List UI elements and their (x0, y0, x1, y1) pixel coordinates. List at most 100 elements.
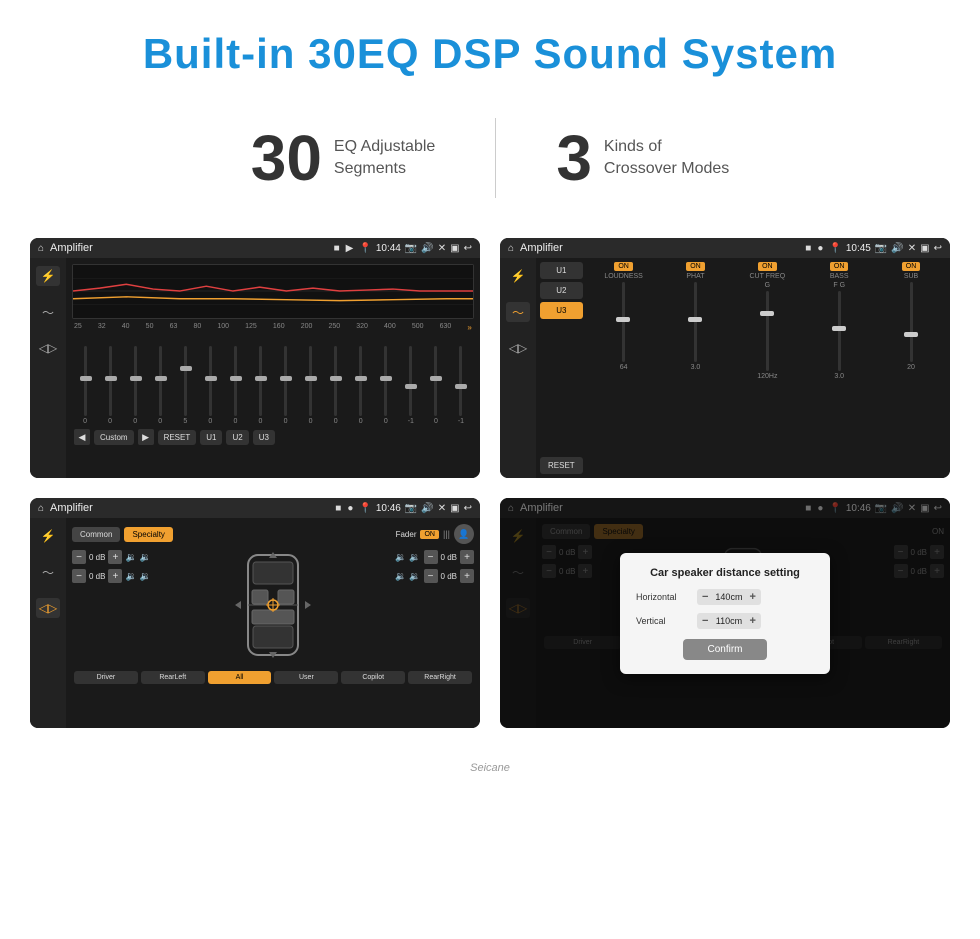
sp-wave-icon[interactable]: 〜 (36, 562, 60, 582)
sp-plus-0[interactable]: + (108, 550, 122, 564)
eq-slider-10[interactable]: 0 (325, 346, 347, 425)
eq-filter-icon[interactable]: ⚡ (36, 266, 60, 286)
eq-prev-btn[interactable]: ◀ (74, 429, 90, 445)
eq-slider-1[interactable]: 0 (99, 346, 121, 425)
x-icon: ✕ (438, 243, 446, 254)
xover-volume-nav-icon[interactable]: ◁▷ (506, 338, 530, 358)
sp-minus-2[interactable]: − (424, 550, 438, 564)
xover-volume-icon: 🔊 (891, 243, 903, 254)
xover-u2-btn[interactable]: U2 (540, 282, 583, 299)
sp-plus-2[interactable]: + (460, 550, 474, 564)
stat-eq-number: 30 (251, 121, 322, 195)
sp-volume-nav-icon[interactable]: ◁▷ (36, 598, 60, 618)
sp-speaker-icon-2: 🔉 (395, 552, 406, 563)
dialog-vertical-plus[interactable]: + (749, 615, 755, 627)
eq-u2-btn[interactable]: U2 (226, 430, 248, 445)
eq-slider-11[interactable]: 0 (350, 346, 372, 425)
dialog-vertical-input: − 110cm + (697, 613, 761, 629)
xover-cutfreq-slider[interactable] (766, 291, 769, 371)
eq-u3-btn[interactable]: U3 (253, 430, 275, 445)
eq-slider-2[interactable]: 0 (124, 346, 146, 425)
back-icon[interactable]: ↩ (464, 243, 472, 254)
sp-rearleft-btn[interactable]: RearLeft (141, 671, 205, 684)
dialog-vertical-minus[interactable]: − (702, 615, 708, 627)
eq-slider-14[interactable]: 0 (425, 346, 447, 425)
xover-screen-icon: ▣ (920, 243, 929, 254)
eq-next-btn[interactable]: ▶ (138, 429, 154, 445)
xover-loudness-on[interactable]: ON (614, 262, 633, 271)
eq-slider-4[interactable]: 5 (174, 346, 196, 425)
xover-u3-btn[interactable]: U3 (540, 302, 583, 319)
sp-db-row-0: − 0 dB + 🔉 🔉 (72, 550, 157, 564)
dialog-horizontal-minus[interactable]: − (702, 591, 708, 603)
sp-back-icon[interactable]: ↩ (464, 503, 472, 514)
sp-screen-icon: ▣ (450, 503, 459, 514)
sp-rearright-btn[interactable]: RearRight (408, 671, 472, 684)
sp-home-icon[interactable]: ⌂ (38, 503, 44, 514)
eq-volume-nav-icon[interactable]: ◁▷ (36, 338, 60, 358)
xover-reset-btn[interactable]: RESET (540, 457, 583, 474)
eq-wave-icon[interactable]: 〜 (36, 302, 60, 322)
dialog-vertical-value: 110cm (711, 616, 746, 626)
eq-slider-9[interactable]: 0 (300, 346, 322, 425)
xover-cutfreq-on[interactable]: ON (758, 262, 777, 271)
sp-minus-3[interactable]: − (424, 569, 438, 583)
xover-u1-btn[interactable]: U1 (540, 262, 583, 279)
xover-dot-icon: ● (817, 243, 823, 254)
stat-crossover-number: 3 (556, 121, 592, 195)
eq-reset-btn[interactable]: RESET (158, 430, 197, 445)
xover-bass-slider[interactable] (838, 291, 841, 371)
xover-loudness-slider[interactable] (622, 282, 625, 362)
sp-driver-btn[interactable]: Driver (74, 671, 138, 684)
eq-slider-7[interactable]: 0 (249, 346, 271, 425)
stats-row: 30 EQ AdjustableSegments 3 Kinds ofCross… (0, 98, 980, 228)
xover-phat-on[interactable]: ON (686, 262, 705, 271)
sp-filter-icon[interactable]: ⚡ (36, 526, 60, 546)
xover-phat-slider[interactable] (694, 282, 697, 362)
sp-minus-1[interactable]: − (72, 569, 86, 583)
sp-db-val-0: 0 dB (89, 553, 105, 562)
eq-u1-btn[interactable]: U1 (200, 430, 222, 445)
eq-slider-5[interactable]: 0 (199, 346, 221, 425)
xover-home-icon[interactable]: ⌂ (508, 243, 514, 254)
xover-app-name: Amplifier (520, 242, 799, 254)
xover-cutfreq-label: CUT FREQ (749, 273, 785, 280)
xover-filter-icon[interactable]: ⚡ (506, 266, 530, 286)
eq-side-nav: ⚡ 〜 ◁▷ (30, 258, 66, 478)
xover-sub-on[interactable]: ON (902, 262, 921, 271)
eq-main-area: 25 32 40 50 63 80 100 125 160 200 250 32… (66, 258, 480, 478)
xover-back-icon[interactable]: ↩ (934, 243, 942, 254)
page-header: Built-in 30EQ DSP Sound System (0, 0, 980, 98)
eq-custom-btn[interactable]: Custom (94, 430, 134, 445)
xover-screen-content: ⚡ 〜 ◁▷ U1 U2 U3 RESET ON LOUDNESS (500, 258, 950, 478)
xover-sub-slider[interactable] (910, 282, 913, 362)
xover-bass-on[interactable]: ON (830, 262, 849, 271)
sp-db-row-3: 🔉 🔉 − 0 dB + (395, 569, 474, 583)
dialog-horizontal-plus[interactable]: + (749, 591, 755, 603)
sp-all-btn[interactable]: All (208, 671, 272, 684)
eq-slider-15[interactable]: -1 (450, 346, 472, 425)
sp-user-btn[interactable]: User (274, 671, 338, 684)
dialog-confirm-button[interactable]: Confirm (683, 639, 766, 660)
eq-slider-12[interactable]: 0 (375, 346, 397, 425)
home-icon[interactable]: ⌂ (38, 243, 44, 254)
dialog-vertical-label: Vertical (636, 616, 691, 626)
eq-slider-0[interactable]: 0 (74, 346, 96, 425)
sp-copilot-btn[interactable]: Copilot (341, 671, 405, 684)
xover-time: 10:45 (846, 243, 871, 254)
sp-x-icon: ✕ (438, 503, 446, 514)
eq-slider-6[interactable]: 0 (224, 346, 246, 425)
sp-plus-3[interactable]: + (460, 569, 474, 583)
dialog-row-horizontal: Horizontal − 140cm + (636, 589, 814, 605)
sp-minus-0[interactable]: − (72, 550, 86, 564)
xover-phat-val: 3.0 (691, 364, 701, 371)
fader-on-badge[interactable]: ON (420, 530, 439, 539)
sp-plus-1[interactable]: + (108, 569, 122, 583)
sp-common-tab[interactable]: Common (72, 527, 120, 542)
xover-wave-icon[interactable]: 〜 (506, 302, 530, 322)
eq-slider-3[interactable]: 0 (149, 346, 171, 425)
xover-bass-label: BASS (830, 273, 849, 280)
eq-slider-13[interactable]: -1 (400, 346, 422, 425)
eq-slider-8[interactable]: 0 (275, 346, 297, 425)
sp-specialty-tab[interactable]: Specialty (124, 527, 172, 542)
